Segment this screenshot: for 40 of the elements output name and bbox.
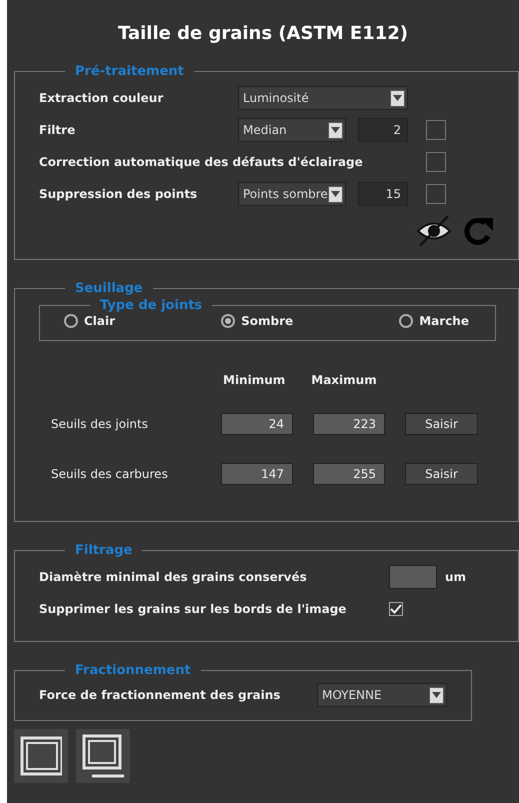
row-label: Seuils des joints xyxy=(51,416,149,433)
column-header: Maximum xyxy=(311,372,377,389)
number-field[interactable]: 24 xyxy=(221,413,293,435)
group-title: Fractionnement xyxy=(74,664,192,677)
dropdown[interactable]: MOYENNE xyxy=(317,683,447,707)
radio-option[interactable]: Sombre xyxy=(221,312,294,330)
number-field[interactable]: 15 xyxy=(358,182,408,206)
field-label: Correction automatique des défauts d'éclairage xyxy=(39,154,364,171)
group-title: Type de joints xyxy=(99,299,204,312)
number-field[interactable]: 2 xyxy=(358,118,408,142)
radio-option[interactable]: Clair xyxy=(64,312,116,330)
dropdown[interactable]: Median xyxy=(238,118,346,142)
number-field[interactable]: 255 xyxy=(313,463,385,485)
number-field[interactable] xyxy=(389,565,437,589)
stacked-frames-button[interactable] xyxy=(76,729,130,783)
field-label: Filtre xyxy=(39,122,76,139)
dropdown[interactable]: Points sombre xyxy=(238,182,346,206)
field-label: Suppression des points xyxy=(39,186,198,203)
field-label: Force de fractionnement des grains xyxy=(39,687,282,704)
field-label: Supprimer les grains sur les bords de l'image xyxy=(39,601,348,618)
column-header: Minimum xyxy=(223,372,286,389)
field-label: Extraction couleur xyxy=(39,90,164,107)
unit-label: um xyxy=(445,569,466,586)
number-field[interactable]: 147 xyxy=(221,463,293,485)
capture-button[interactable]: Saisir xyxy=(405,463,478,485)
dropdown[interactable]: Luminosité xyxy=(238,86,408,110)
checkbox[interactable] xyxy=(426,120,446,140)
checkbox[interactable] xyxy=(389,602,403,616)
group-title: Pré-traitement xyxy=(74,65,185,78)
field-label: Diamètre minimal des grains conservés xyxy=(39,569,308,586)
single-frame-button[interactable] xyxy=(14,729,68,783)
row-label: Seuils des carbures xyxy=(51,466,169,483)
radio-option[interactable]: Marche xyxy=(399,312,469,330)
checkbox[interactable] xyxy=(426,152,446,172)
number-field[interactable]: 223 xyxy=(313,413,385,435)
checkbox[interactable] xyxy=(426,184,446,204)
group-title: Filtrage xyxy=(74,544,134,557)
capture-button[interactable]: Saisir xyxy=(405,413,478,435)
window-title: Taille de grains (ASTM E112) xyxy=(117,22,409,46)
group-title: Seuillage xyxy=(74,282,144,295)
